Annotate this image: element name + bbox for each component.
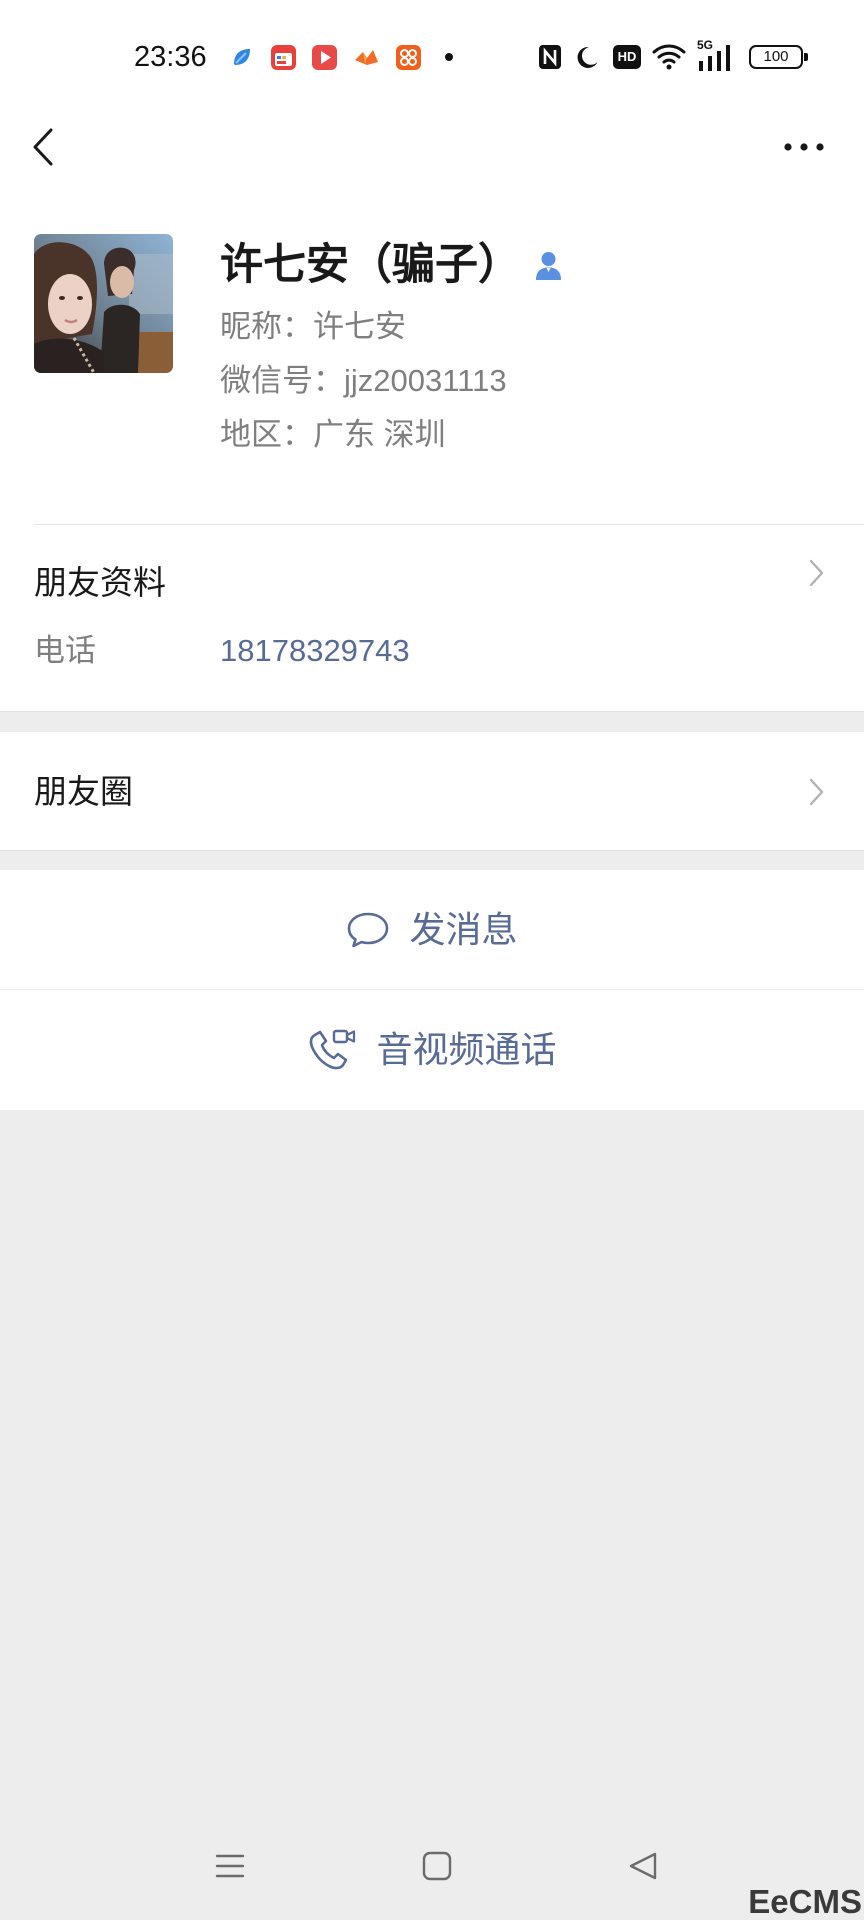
friend-info-title: 朋友资料 — [34, 564, 166, 601]
nickname-value: 许七安 — [313, 309, 406, 344]
nickname-label: 昵称： — [220, 309, 313, 344]
orange-app-icon — [355, 50, 378, 65]
nickname-row: 昵称：许七安 — [220, 308, 406, 346]
phone-label: 电话 — [34, 633, 96, 668]
battery-level: 100 — [749, 45, 803, 69]
video-call-icon — [310, 1029, 356, 1070]
notification-dot-icon — [445, 53, 453, 61]
video-app-icon — [312, 45, 337, 70]
wechat-id-row: 微信号：jjz20031113 — [220, 362, 507, 400]
menu-icon[interactable] — [214, 1850, 246, 1882]
video-call-label: 音视频通话 — [376, 1029, 557, 1070]
contact-profile-screen: 23:36 HD 5G 100 许七安（骗子） 昵称：许七安 微信号：jjz20… — [0, 0, 864, 1920]
chevron-left-icon[interactable] — [31, 127, 55, 167]
chevron-right-icon — [809, 778, 824, 806]
region-value: 广东 深圳 — [313, 417, 446, 452]
status-time: 23:36 — [134, 41, 207, 73]
wechat-id-value: jjz20031113 — [344, 363, 507, 398]
chat-bubble-icon — [348, 912, 389, 947]
back-icon[interactable] — [627, 1850, 659, 1882]
avatar[interactable] — [34, 234, 173, 373]
video-call-button[interactable]: 音视频通话 — [0, 990, 864, 1110]
blue-app-icon — [234, 49, 250, 65]
send-message-button[interactable]: 发消息 — [0, 870, 864, 989]
battery-icon: 100 — [749, 45, 809, 69]
signal-icon: 5G — [697, 39, 739, 73]
nfc-icon — [539, 45, 561, 69]
more-icon[interactable] — [783, 142, 825, 152]
wechat-id-label: 微信号： — [220, 363, 344, 398]
moon-icon — [577, 46, 598, 68]
home-icon[interactable] — [421, 1850, 453, 1882]
orange-grid-app-icon — [396, 45, 421, 70]
wifi-icon — [652, 44, 686, 70]
calendar-app-icon — [271, 45, 296, 70]
hd-icon: HD — [613, 45, 641, 69]
battery-nub — [804, 53, 808, 61]
send-message-label: 发消息 — [409, 908, 518, 950]
region-row: 地区：广东 深圳 — [220, 416, 446, 454]
contact-name: 许七安（骗子） — [220, 241, 521, 289]
phone-number-link[interactable]: 18178329743 — [220, 632, 410, 670]
chevron-right-icon — [809, 559, 824, 587]
watermark: EeCMS — [748, 1883, 862, 1920]
person-icon — [536, 252, 561, 280]
region-label: 地区： — [220, 417, 313, 452]
moments-title: 朋友圈 — [34, 773, 133, 810]
